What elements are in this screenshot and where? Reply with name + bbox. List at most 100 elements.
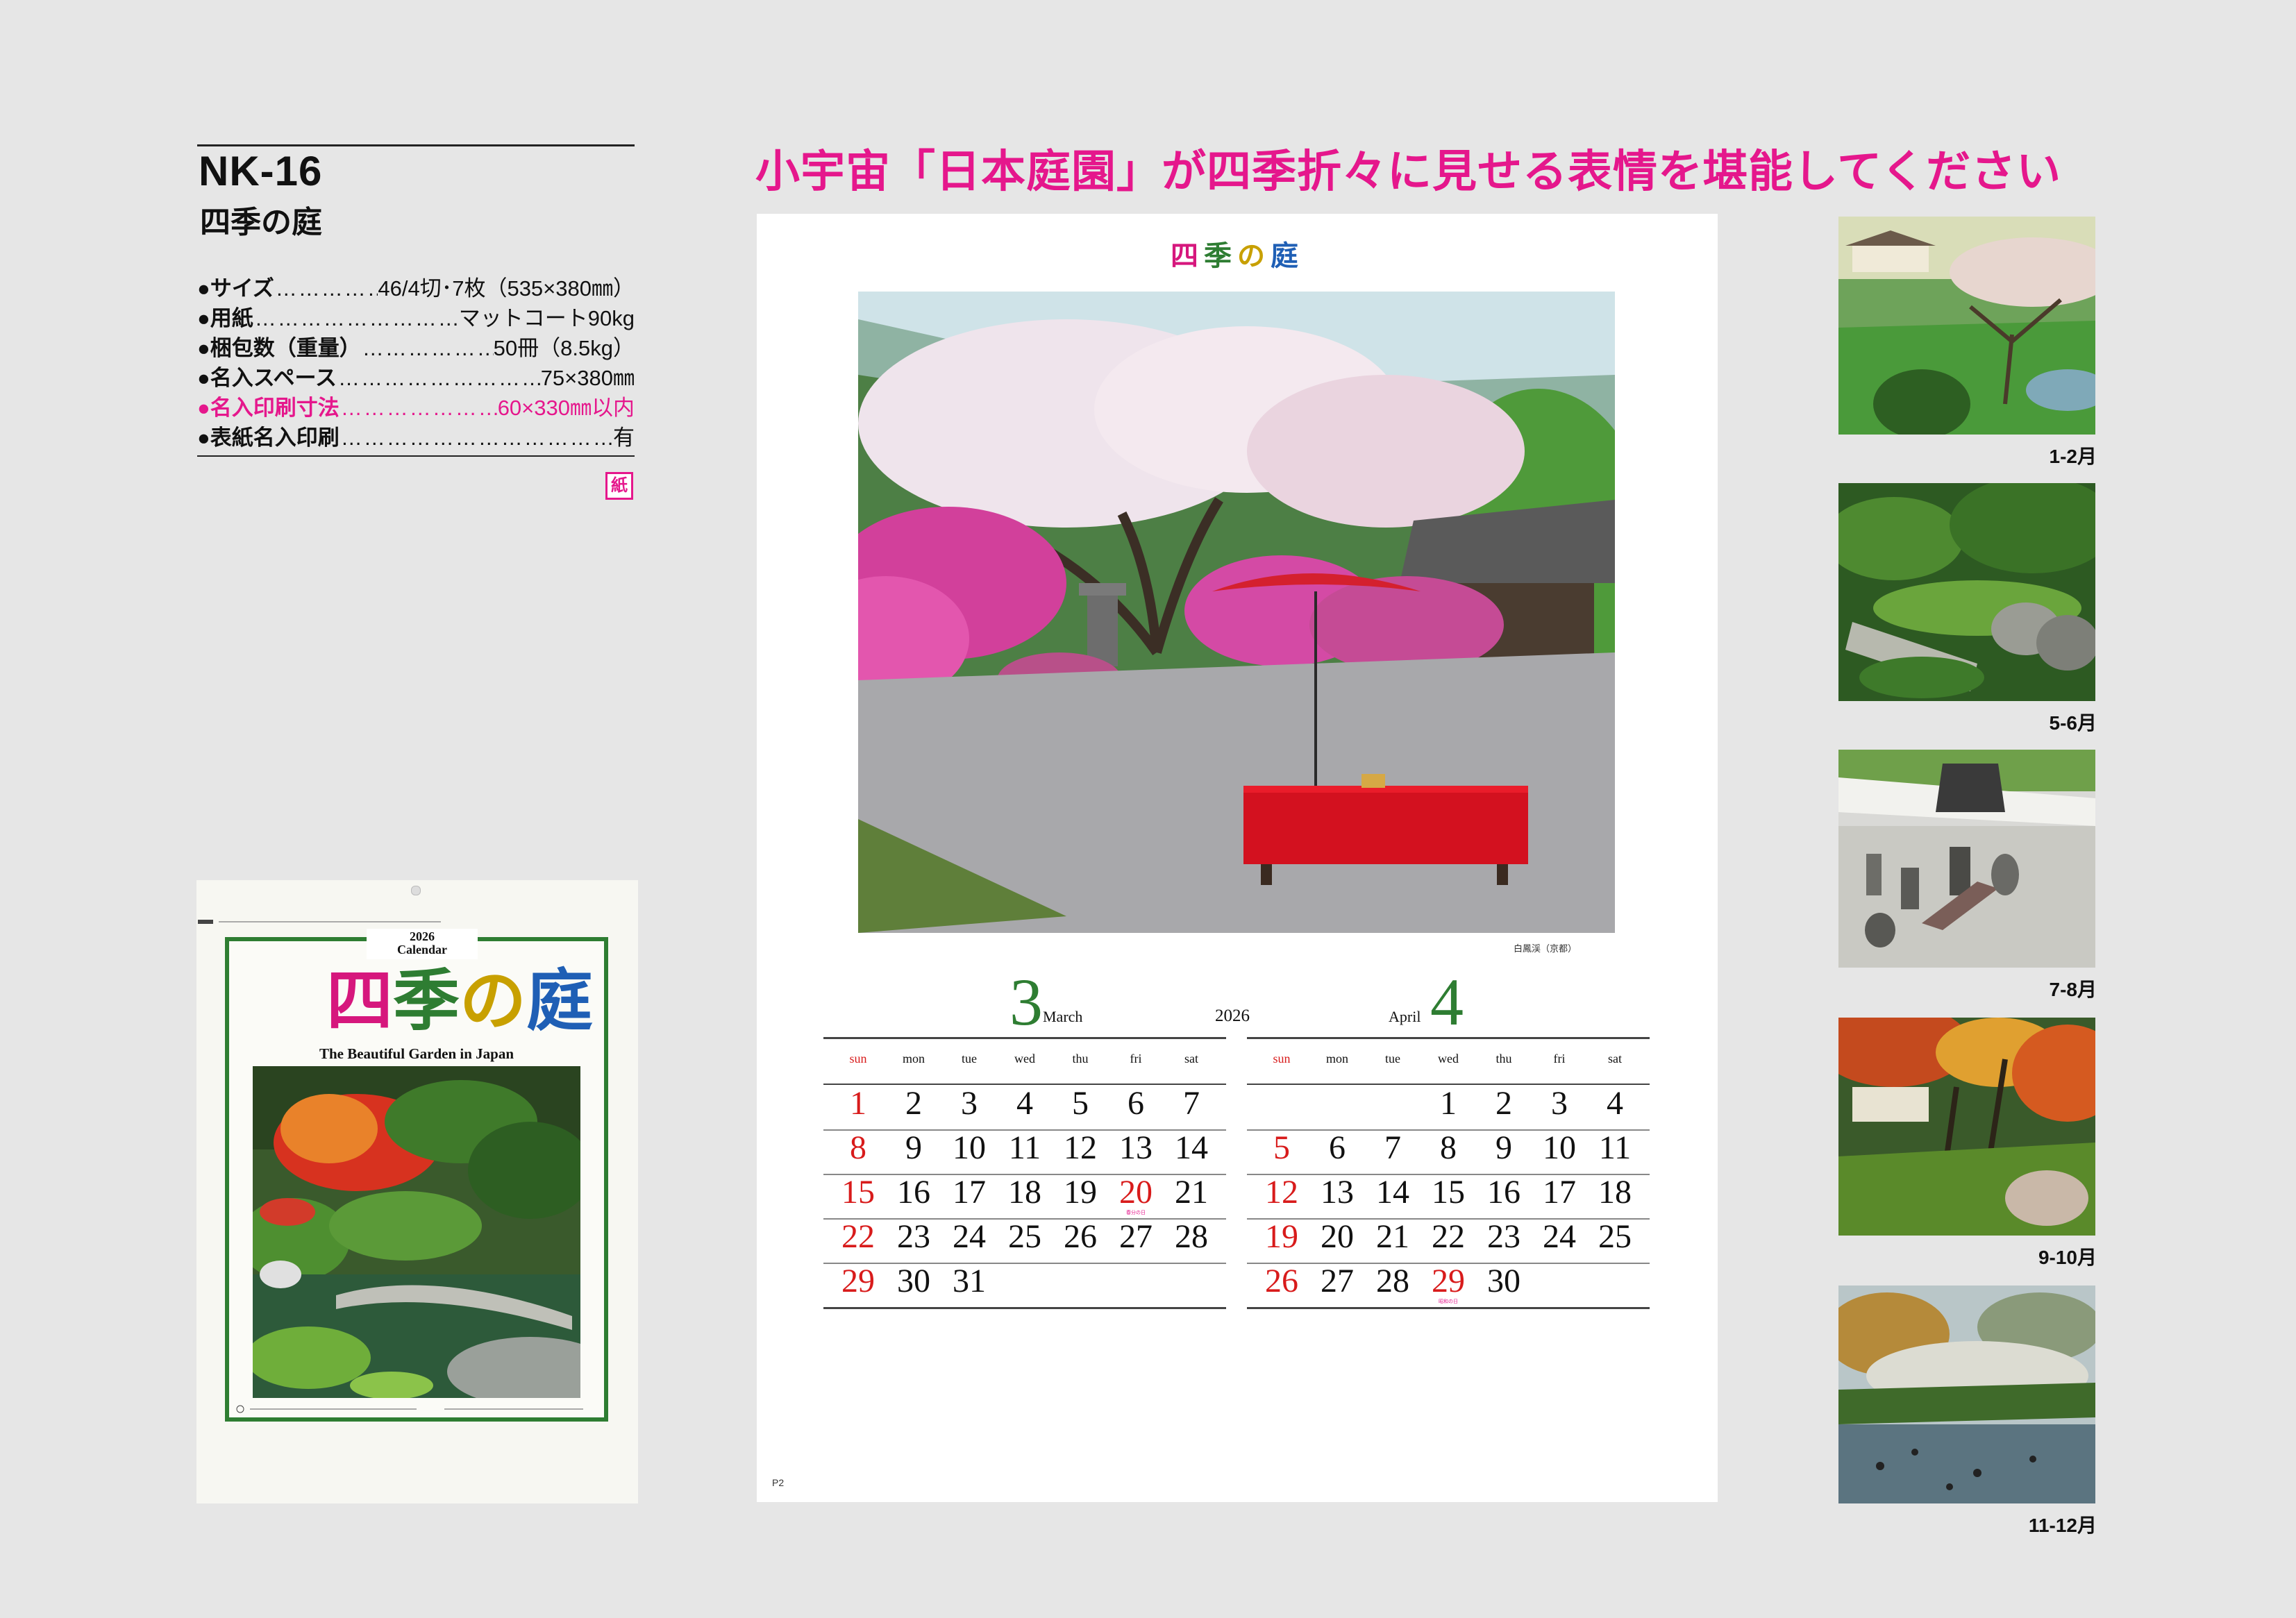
day-number: 9 <box>905 1129 922 1166</box>
day-cell: 21 <box>1365 1218 1421 1263</box>
day-cell: 18 <box>997 1174 1053 1218</box>
day-number: 14 <box>1175 1129 1208 1166</box>
weekday-tue: tue <box>1385 1052 1400 1065</box>
spec-value: マットコート90kg <box>458 306 635 330</box>
day-number: 1 <box>850 1085 866 1122</box>
day-cell: 21 <box>1164 1174 1219 1218</box>
day-cell: 30 <box>1476 1263 1532 1307</box>
day-cell: 10 <box>941 1129 997 1174</box>
week-row: 1 2 3 4 5 6 7 <box>823 1085 1226 1131</box>
day-cell: 30 <box>886 1263 941 1307</box>
day-number: 6 <box>1329 1129 1346 1166</box>
day-number: 31 <box>953 1263 986 1299</box>
spec-value: 60×330㎜以内 <box>497 396 635 420</box>
day-cell: 22 <box>1421 1218 1476 1263</box>
week-row: 1 2 3 4 <box>1247 1085 1650 1131</box>
day-number: 2 <box>905 1085 922 1122</box>
day-cell: 16 <box>1476 1174 1532 1218</box>
thumbnail-photo-7-8 <box>1838 750 2095 968</box>
thumbnail-label: 5-6月 <box>2049 712 2097 734</box>
weekday-sun: sun <box>1273 1052 1291 1065</box>
day-number: 29 <box>841 1263 875 1299</box>
day-number: 23 <box>1487 1218 1520 1255</box>
thumbnail-label: 11-12月 <box>2028 1515 2097 1536</box>
spec-key: ●梱包数（重量） <box>197 336 361 360</box>
day-cell: 19 <box>1053 1174 1108 1218</box>
spec-key: ●名入印刷寸法 <box>197 396 340 420</box>
day-number: 4 <box>1607 1085 1623 1122</box>
day-cell: 3 <box>941 1085 997 1129</box>
spec-key: ●表紙名入印刷 <box>197 425 340 450</box>
cover-year: 2026 <box>410 929 435 943</box>
spec-value: 50冊（8.5kg） <box>493 336 635 360</box>
main-garden-photo <box>858 292 1615 933</box>
day-cell: 25 <box>997 1218 1053 1263</box>
day-cell: 3 <box>1532 1085 1587 1129</box>
day-cell: 18 <box>1587 1174 1643 1218</box>
weekday-mon: mon <box>1325 1052 1348 1065</box>
weekday-mon: mon <box>902 1052 925 1065</box>
day-cell: 27 <box>1108 1218 1164 1263</box>
spec-value: 75×380㎜ <box>540 366 635 390</box>
day-number: 29 <box>1432 1263 1465 1299</box>
day-cell: 9 <box>886 1129 941 1174</box>
day-number: 19 <box>1064 1174 1097 1211</box>
spec-row-cover-print: ●表紙名入印刷…………………………………………………………………有 <box>197 423 635 453</box>
page-title-char: の <box>1237 240 1271 271</box>
day-number: 26 <box>1064 1218 1097 1255</box>
day-cell: 6 <box>1108 1085 1164 1129</box>
day-number: 8 <box>1440 1129 1457 1166</box>
day-number: 12 <box>1265 1174 1298 1211</box>
day-number: 14 <box>1376 1174 1409 1211</box>
day-cell: 12 <box>1053 1129 1108 1174</box>
week-row: 15 16 17 18 19 20 春分の日 21 <box>823 1174 1226 1220</box>
week-row: 29 30 31 <box>823 1263 1226 1309</box>
spec-row-name-space: ●名入スペース…………………………………………………………………75×380㎜ <box>197 363 635 393</box>
spec-key: ●用紙 <box>197 306 253 330</box>
day-number: 19 <box>1265 1218 1298 1255</box>
headline: 小宇宙「日本庭園」が四季折々に見せる表情を堪能してください <box>755 146 2062 196</box>
day-cell: 31 <box>941 1263 997 1307</box>
day-cell: 11 <box>1587 1129 1643 1174</box>
top-rule <box>197 144 635 146</box>
paper-badge: 紙 <box>605 472 633 500</box>
cover-title-char: 季 <box>393 964 460 1038</box>
month-number-march: 3 <box>1009 965 1043 1039</box>
spec-row-print-size: ●名入印刷寸法…………………………………………………………………60×330㎜以… <box>197 393 635 423</box>
day-number: 24 <box>953 1218 986 1255</box>
day-cell: 17 <box>1532 1174 1587 1218</box>
day-number: 21 <box>1376 1218 1409 1255</box>
spec-list: ●サイズ…………………………………………………………………46/4切･7枚（53… <box>197 273 635 457</box>
day-cell: 10 <box>1532 1129 1587 1174</box>
day-number: 10 <box>953 1129 986 1166</box>
holiday-note: 春分の日 <box>1126 1211 1146 1215</box>
spec-key: ●サイズ <box>197 276 274 301</box>
month-grid-march: sun mon tue wed thu fri sat 1 2 3 4 5 6 7 8 9 10 11 12 13 1… <box>823 1037 1226 1309</box>
week-row: 26 27 28 29 昭和の日 30 <box>1247 1263 1650 1309</box>
day-number: 3 <box>961 1085 978 1122</box>
day-number: 5 <box>1273 1129 1290 1166</box>
weekday-sat: sat <box>1608 1052 1622 1065</box>
weekday-fri: fri <box>1130 1052 1142 1065</box>
day-number: 10 <box>1543 1129 1576 1166</box>
day-cell: 28 <box>1164 1218 1219 1263</box>
day-number: 11 <box>1008 1129 1041 1166</box>
day-cell: 7 <box>1164 1085 1219 1129</box>
day-number: 26 <box>1265 1263 1298 1299</box>
day-number: 3 <box>1551 1085 1568 1122</box>
weekday-header: sun mon tue wed thu fri sat <box>1247 1037 1650 1085</box>
day-cell: 20 春分の日 <box>1108 1174 1164 1218</box>
day-number: 21 <box>1175 1174 1208 1211</box>
page-title-char: 庭 <box>1271 240 1304 271</box>
day-number: 13 <box>1321 1174 1354 1211</box>
day-number: 6 <box>1128 1085 1144 1122</box>
day-cell: 24 <box>941 1218 997 1263</box>
day-cell: 23 <box>886 1218 941 1263</box>
day-cell: 6 <box>1309 1129 1365 1174</box>
weekday-sat: sat <box>1184 1052 1198 1065</box>
day-cell: 1 <box>830 1085 886 1129</box>
thumbnail-label: 9-10月 <box>2038 1247 2097 1268</box>
day-cell: 22 <box>830 1218 886 1263</box>
week-row: 5 6 7 8 9 10 11 <box>1247 1129 1650 1175</box>
day-number: 12 <box>1064 1129 1097 1166</box>
